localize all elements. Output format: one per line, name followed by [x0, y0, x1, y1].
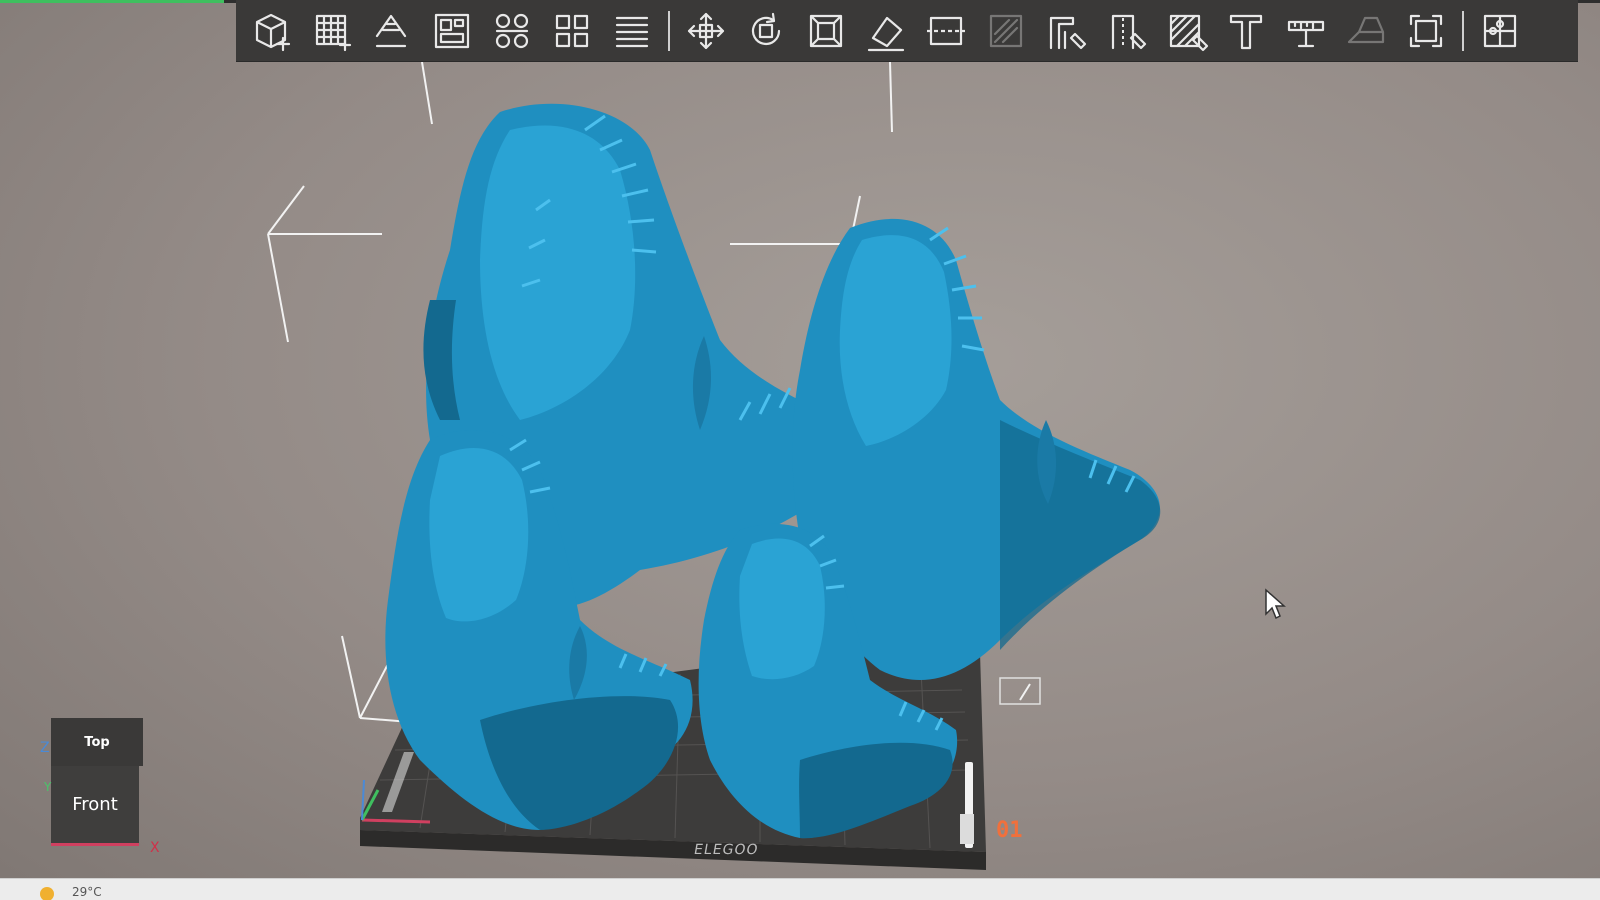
axis-x-label: X — [150, 840, 160, 856]
add-model-icon — [255, 13, 291, 51]
scale-icon — [809, 14, 843, 47]
move-icon — [687, 12, 725, 49]
assembly-icon — [1483, 14, 1517, 47]
layer-slider-handle[interactable] — [960, 814, 974, 844]
auto-orient-button[interactable] — [366, 5, 418, 57]
measure-icon — [1287, 20, 1325, 47]
axis-y-label: Y — [44, 780, 52, 794]
os-taskbar: 29°C — [0, 878, 1600, 900]
axis-z-label: Z — [40, 740, 50, 756]
emboss-icon — [1347, 16, 1385, 43]
cut-icon — [927, 16, 965, 45]
infill-paint-button[interactable] — [1160, 5, 1212, 57]
duplicate-icon — [555, 14, 589, 47]
layout-icon — [434, 13, 470, 48]
layers-button[interactable] — [606, 5, 658, 57]
support-paint-icon — [1049, 16, 1087, 49]
place-on-face-icon — [867, 16, 905, 51]
rotate-button[interactable] — [740, 5, 792, 57]
auto-orient-icon — [375, 14, 407, 47]
seam-paint-icon — [1111, 14, 1147, 49]
view-cube-top[interactable]: Top — [51, 718, 143, 766]
assembly-button[interactable] — [1474, 5, 1526, 57]
duplicate-button[interactable] — [546, 5, 598, 57]
emboss-button[interactable] — [1340, 5, 1392, 57]
temperature-readout[interactable]: 29°C — [72, 885, 102, 899]
fit-view-button[interactable] — [1400, 5, 1452, 57]
measure-button[interactable] — [1280, 5, 1332, 57]
mouse-cursor-icon — [1265, 588, 1286, 620]
hollow-icon — [989, 14, 1023, 47]
rotate-icon — [751, 12, 781, 45]
infill-paint-icon — [1169, 14, 1209, 51]
support-paint-button[interactable] — [1040, 5, 1092, 57]
seam-paint-button[interactable] — [1100, 5, 1152, 57]
move-button[interactable] — [680, 5, 732, 57]
grid-add-button[interactable] — [306, 5, 358, 57]
layer-slider[interactable] — [960, 762, 976, 850]
arrange-icon — [495, 13, 529, 48]
text-tool-icon — [1229, 14, 1263, 49]
text-tool-button[interactable] — [1220, 5, 1272, 57]
toolbar-separator — [668, 10, 670, 51]
layers-icon — [615, 16, 649, 47]
plate-number[interactable]: 01 — [996, 818, 1023, 843]
weather-sun-icon[interactable] — [40, 887, 54, 900]
scale-button[interactable] — [800, 5, 852, 57]
grid-add-icon — [315, 14, 352, 51]
3d-viewport[interactable]: Top Front Z Y X 01 ELEGOO 29°C — [0, 0, 1600, 900]
scene[interactable] — [0, 0, 1600, 900]
view-cube[interactable]: Top Front Z Y X — [40, 718, 160, 856]
place-on-face-button[interactable] — [860, 5, 912, 57]
arrange-button[interactable] — [486, 5, 538, 57]
hollow-button[interactable] — [980, 5, 1032, 57]
plate-brand-logo: ELEGOO — [692, 842, 760, 858]
top-toolbar — [236, 0, 1578, 62]
fit-view-icon — [1409, 14, 1443, 47]
cut-button[interactable] — [920, 5, 972, 57]
view-cube-front[interactable]: Front — [51, 766, 139, 846]
toolbar-separator — [1462, 10, 1464, 51]
add-model-button[interactable] — [246, 5, 298, 57]
layout-button[interactable] — [426, 5, 478, 57]
